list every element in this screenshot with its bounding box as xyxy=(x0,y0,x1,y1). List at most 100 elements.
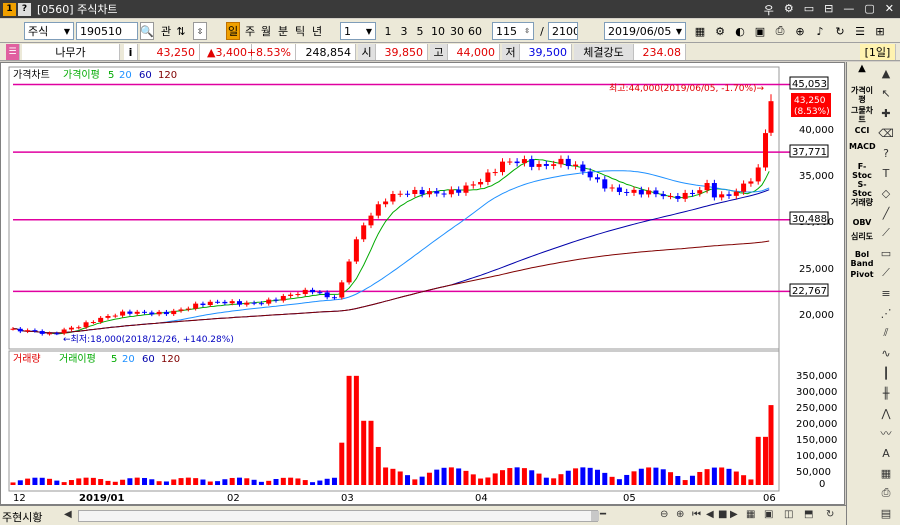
indicator-obv[interactable]: OBV xyxy=(849,218,875,227)
list-icon[interactable]: ☰ xyxy=(852,22,868,40)
chart-type-icon[interactable]: ▤ xyxy=(877,504,895,522)
gear-icon[interactable]: ⚙ xyxy=(712,22,728,40)
help-badge[interactable]: ? xyxy=(18,2,31,16)
indicator-psy[interactable]: 심리도 xyxy=(849,232,875,241)
zoom-in-icon[interactable]: ⊕ xyxy=(792,22,808,40)
spin-icon[interactable]: ⇳ xyxy=(193,22,207,40)
calendar-icon[interactable]: ▦ xyxy=(692,22,708,40)
compare-icon[interactable]: ⬒ xyxy=(804,509,813,520)
print-icon[interactable]: ⎙ xyxy=(877,484,895,502)
minute-1-button[interactable]: 1 xyxy=(382,22,394,40)
refresh-icon[interactable]: ↻ xyxy=(826,509,834,520)
volume-bar xyxy=(434,469,440,485)
auto-icon[interactable]: A xyxy=(877,444,895,462)
pin-button[interactable]: 우 xyxy=(764,2,774,18)
tile-icon[interactable]: ▦ xyxy=(746,509,755,520)
layout-button[interactable]: ▭ xyxy=(804,2,814,18)
eraser-icon[interactable]: ⌫ xyxy=(877,124,895,142)
count-input[interactable]: 1 ▼ xyxy=(340,22,376,40)
shapes-icon[interactable]: ◇ xyxy=(877,184,895,202)
indicator-grid[interactable]: 그물차트 xyxy=(849,106,875,124)
slider-icon[interactable]: ━ xyxy=(600,509,606,520)
monthly-button[interactable]: 월 xyxy=(260,22,272,40)
strength-value: 234.08 xyxy=(634,44,686,60)
minimize-button[interactable]: — xyxy=(843,2,854,18)
close-button[interactable]: ✕ xyxy=(885,2,894,18)
chart-svg[interactable]: 가격차트 가격이평 5 20 60 120 거래량 거래이평 5 20 60 1… xyxy=(1,63,846,506)
grid-icon[interactable]: ▦ xyxy=(877,464,895,482)
chart-area[interactable]: 가격차트 가격이평 5 20 60 120 거래량 거래이평 5 20 60 1… xyxy=(0,62,845,505)
wave-icon[interactable]: 〰 xyxy=(877,424,895,442)
interest-button[interactable]: 관 xyxy=(157,22,175,40)
print-icon[interactable]: ⎙ xyxy=(772,22,788,40)
date-picker[interactable]: 2019/06/05 ▼ xyxy=(604,22,686,40)
scroll-up-icon[interactable]: ▲ xyxy=(877,64,895,82)
trend-icon[interactable]: ⟋ xyxy=(877,264,895,282)
minute-30-button[interactable]: 30 xyxy=(449,22,465,40)
bar-icon[interactable]: ╫ xyxy=(877,384,895,402)
minute-10-button[interactable]: 10 xyxy=(430,22,446,40)
text-icon[interactable]: T xyxy=(877,164,895,182)
indicator-fstoc[interactable]: F-Stoc xyxy=(849,162,875,180)
stock-code-input[interactable]: 190510 xyxy=(76,22,138,40)
total-count-input[interactable]: 2100 xyxy=(548,22,578,40)
weekly-button[interactable]: 주 xyxy=(244,22,256,40)
daily-button[interactable]: 일 xyxy=(226,22,240,40)
compare-icon[interactable]: ◐ xyxy=(732,22,748,40)
prev-icon[interactable]: ◀ xyxy=(706,509,714,520)
minute-60-button[interactable]: 60 xyxy=(467,22,483,40)
crosshair-icon[interactable]: ✚ xyxy=(877,104,895,122)
zoom-in-icon[interactable]: ⊕ xyxy=(676,509,684,520)
fan-icon[interactable]: ⋰ xyxy=(877,304,895,322)
minute-3-button[interactable]: 3 xyxy=(398,22,410,40)
scroll-track[interactable] xyxy=(78,510,599,522)
first-icon[interactable]: ⏮ xyxy=(692,509,701,520)
help-icon[interactable]: ? xyxy=(877,144,895,162)
market-select[interactable]: 주식 ▼ xyxy=(24,22,74,40)
indicator-bband[interactable]: Bol Band xyxy=(849,250,875,268)
indicator-macd[interactable]: MACD xyxy=(849,142,876,151)
rectangle-icon[interactable]: ▭ xyxy=(877,244,895,262)
info-icon[interactable]: i xyxy=(124,44,138,60)
scroll-up-icon[interactable]: ▲ xyxy=(849,64,875,74)
channel-icon[interactable]: ⫽ xyxy=(877,324,895,342)
cycle-icon[interactable]: ∿ xyxy=(877,344,895,362)
volume-bar xyxy=(288,477,294,485)
split-button[interactable]: ⊟ xyxy=(824,2,833,18)
save-icon[interactable]: ▣ xyxy=(752,22,768,40)
candle-icon[interactable]: ┃ xyxy=(877,364,895,382)
cursor-icon[interactable]: ↖ xyxy=(877,84,895,102)
search-icon[interactable]: 🔍 xyxy=(140,22,154,40)
bell-icon[interactable]: ♪ xyxy=(812,22,828,40)
scroll-left-icon[interactable]: ◀ xyxy=(64,509,72,520)
indicator-ma[interactable]: 가격이평 xyxy=(849,86,875,104)
refresh-icon[interactable]: ↻ xyxy=(832,22,848,40)
fib-icon[interactable]: ≡ xyxy=(877,284,895,302)
candle-body xyxy=(768,101,774,133)
minute-5-button[interactable]: 5 xyxy=(414,22,426,40)
expand-icon[interactable]: ⊞ xyxy=(872,22,888,40)
split-icon[interactable]: ◫ xyxy=(784,509,793,520)
indicator-toolbar: ▲ ▲ 가격이평 그물차트 CCI MACD F-Stoc S-Stoc 거래량… xyxy=(846,62,900,525)
line-icon[interactable]: ╱ xyxy=(877,204,895,222)
favorite-icon[interactable]: ☰ xyxy=(6,44,20,60)
view-count-input[interactable]: 115 ⇳ xyxy=(492,22,534,40)
minute-button[interactable]: 분 xyxy=(277,22,289,40)
up-down-icon[interactable]: ⇅ xyxy=(175,22,187,40)
stop-icon[interactable]: ■ xyxy=(718,509,727,520)
indicator-sstoc[interactable]: S-Stoc xyxy=(849,180,875,198)
settings-icon[interactable]: ⚙ xyxy=(784,2,794,18)
year-button[interactable]: 년 xyxy=(311,22,323,40)
zigzag-icon[interactable]: ⋀ xyxy=(877,404,895,422)
next-icon[interactable]: ▶ xyxy=(730,509,738,520)
layout-icon[interactable]: ▣ xyxy=(764,509,773,520)
tick-button[interactable]: 틱 xyxy=(294,22,306,40)
scroll-thumb[interactable] xyxy=(591,511,599,521)
indicator-cci[interactable]: CCI xyxy=(849,126,875,135)
market-status-label[interactable]: 주현시황 xyxy=(2,509,42,525)
diagonal-icon[interactable]: ⟋ xyxy=(877,224,895,242)
indicator-volume[interactable]: 거래량 xyxy=(849,198,875,207)
zoom-out-icon[interactable]: ⊖ xyxy=(660,509,668,520)
indicator-pivot[interactable]: Pivot xyxy=(849,270,875,279)
maximize-button[interactable]: ▢ xyxy=(864,2,874,18)
